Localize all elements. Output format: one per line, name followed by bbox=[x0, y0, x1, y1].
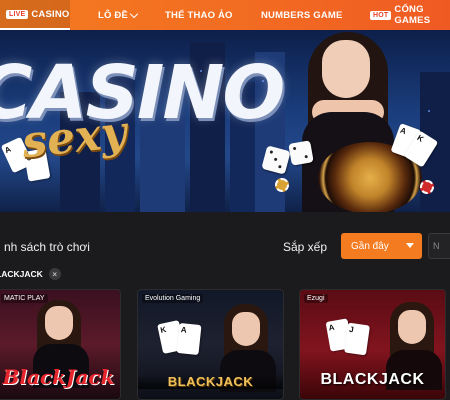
nav-item-numbers-game[interactable]: NUMBERS GAME bbox=[261, 0, 343, 30]
dealer-face bbox=[322, 40, 370, 98]
nav-item-cong-games[interactable]: HOT CỔNG GAMES bbox=[370, 0, 450, 30]
chevron-down-icon bbox=[129, 9, 139, 18]
nav-item-lo-de[interactable]: LÔ ĐỀ bbox=[98, 0, 139, 30]
nav-item-the-thao-ao[interactable]: THỂ THAO ẢO bbox=[165, 0, 233, 30]
casino-chip-icon bbox=[275, 178, 289, 192]
section-title: nh sách trò chơi bbox=[4, 240, 90, 254]
game-card[interactable]: K A Evolution Gaming BLACKJACK bbox=[137, 289, 284, 400]
page: LIVE CASINO LÔ ĐỀ THỂ THAO ẢO NUMBERS GA… bbox=[0, 0, 450, 400]
provider-select-value: N bbox=[433, 241, 440, 251]
banner-subtitle: sexy bbox=[19, 106, 129, 169]
provider-logo: Ezugi bbox=[304, 294, 328, 303]
playing-card-icon: A bbox=[176, 322, 202, 356]
game-card[interactable]: A J Ezugi BLACKJACK bbox=[299, 289, 446, 400]
playing-card-icon: J bbox=[344, 322, 370, 356]
game-title: BLACKJACK bbox=[138, 374, 283, 389]
game-title: BLACKJACK bbox=[320, 371, 425, 388]
provider-logo: MATIC PLAY bbox=[1, 294, 48, 303]
promo-banner[interactable]: A K A 3 CASINO sexy bbox=[0, 30, 450, 212]
game-title: BlackJack bbox=[2, 365, 115, 389]
caret-down-icon bbox=[406, 243, 414, 248]
game-card[interactable]: MATIC PLAY BlackJack bbox=[0, 289, 121, 400]
nav-item-label: THỂ THAO ẢO bbox=[165, 9, 233, 21]
live-badge: LIVE bbox=[6, 9, 29, 19]
window-light bbox=[428, 110, 430, 112]
active-filter-chip[interactable]: LACKJACK × bbox=[0, 266, 65, 282]
nav-item-label: CỔNG GAMES bbox=[394, 4, 431, 26]
provider-select[interactable]: N bbox=[428, 233, 450, 259]
nav-item-label: NUMBERS GAME bbox=[261, 9, 343, 21]
sort-select-value: Gần đây bbox=[351, 240, 389, 252]
sort-select[interactable]: Gần đây bbox=[341, 233, 422, 259]
hot-badge: HOT bbox=[370, 10, 392, 20]
sort-label: Sắp xếp bbox=[283, 240, 328, 254]
nav-item-label: LÔ ĐỀ bbox=[98, 9, 129, 21]
casino-chip-icon bbox=[420, 180, 434, 194]
nav-item-casino[interactable]: LIVE CASINO bbox=[0, 0, 70, 30]
close-icon[interactable]: × bbox=[48, 268, 61, 280]
provider-logo: Evolution Gaming bbox=[142, 294, 204, 303]
dice-icon bbox=[288, 140, 314, 166]
filter-chip-label: LACKJACK bbox=[0, 269, 43, 279]
nav-item-label: CASINO bbox=[31, 8, 70, 20]
top-nav: LIVE CASINO LÔ ĐỀ THỂ THAO ẢO NUMBERS GA… bbox=[0, 0, 450, 30]
